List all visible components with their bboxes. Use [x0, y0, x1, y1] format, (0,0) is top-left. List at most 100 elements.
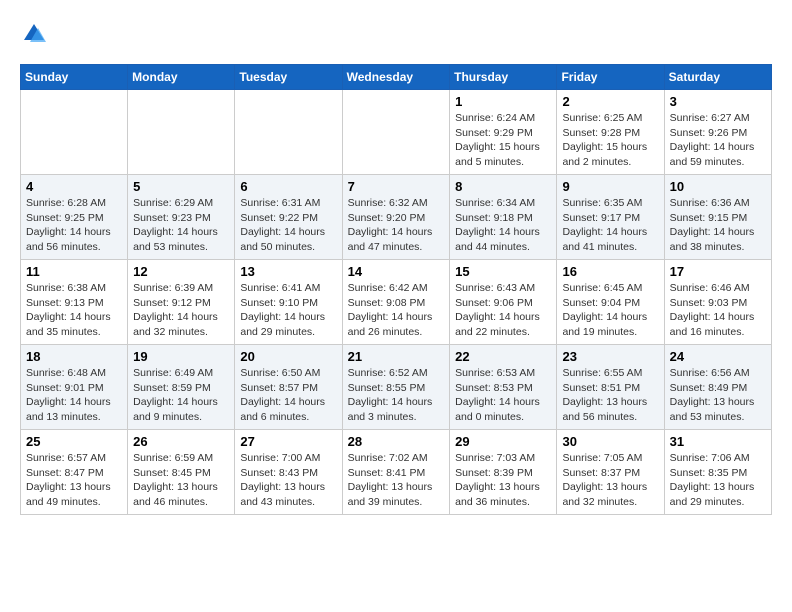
day-info: Sunrise: 6:43 AM Sunset: 9:06 PM Dayligh…: [455, 281, 551, 340]
day-number: 20: [240, 349, 336, 364]
calendar-day-cell: 30Sunrise: 7:05 AM Sunset: 8:37 PM Dayli…: [557, 430, 664, 515]
calendar-day-cell: 28Sunrise: 7:02 AM Sunset: 8:41 PM Dayli…: [342, 430, 450, 515]
day-info: Sunrise: 6:35 AM Sunset: 9:17 PM Dayligh…: [562, 196, 658, 255]
day-number: 10: [670, 179, 766, 194]
calendar-body: 1 Sunrise: 6:24 AM Sunset: 9:29 PM Daylig…: [21, 90, 772, 515]
calendar-day-cell: [128, 90, 235, 175]
day-number: 27: [240, 434, 336, 449]
day-number: 12: [133, 264, 229, 279]
day-info: Sunrise: 6:27 AM Sunset: 9:26 PM Dayligh…: [670, 111, 766, 170]
calendar-day-cell: 22 Sunrise: 6:53 AM Sunset: 8:53 PM Dayli…: [450, 345, 557, 430]
day-number: 25: [26, 434, 122, 449]
day-info: Sunrise: 6:46 AM Sunset: 9:03 PM Dayligh…: [670, 281, 766, 340]
calendar-day-cell: [21, 90, 128, 175]
calendar-day-cell: [342, 90, 450, 175]
calendar-day-cell: 1 Sunrise: 6:24 AM Sunset: 9:29 PM Daylig…: [450, 90, 557, 175]
calendar-day-cell: 25 Sunrise: 6:57 AM Sunset: 8:47 PM Dayli…: [21, 430, 128, 515]
day-info: Sunrise: 6:28 AM Sunset: 9:25 PM Dayligh…: [26, 196, 122, 255]
day-info: Sunrise: 6:48 AM Sunset: 9:01 PM Dayligh…: [26, 366, 122, 425]
calendar-day-cell: 29Sunrise: 7:03 AM Sunset: 8:39 PM Dayli…: [450, 430, 557, 515]
calendar-day-cell: 19 Sunrise: 6:49 AM Sunset: 8:59 PM Dayli…: [128, 345, 235, 430]
calendar-header-row: SundayMondayTuesdayWednesdayThursdayFrid…: [21, 65, 772, 90]
day-number: 18: [26, 349, 122, 364]
day-number: 22: [455, 349, 551, 364]
day-number: 9: [562, 179, 658, 194]
day-info: Sunrise: 6:34 AM Sunset: 9:18 PM Dayligh…: [455, 196, 551, 255]
calendar-header-cell: Sunday: [21, 65, 128, 90]
day-info: Sunrise: 7:06 AM Sunset: 8:35 PM Dayligh…: [670, 451, 766, 510]
calendar-day-cell: 7 Sunrise: 6:32 AM Sunset: 9:20 PM Daylig…: [342, 175, 450, 260]
day-number: 13: [240, 264, 336, 279]
calendar-week-row: 11Sunrise: 6:38 AM Sunset: 9:13 PM Dayli…: [21, 260, 772, 345]
day-number: 5: [133, 179, 229, 194]
day-number: 23: [562, 349, 658, 364]
day-info: Sunrise: 6:59 AM Sunset: 8:45 PM Dayligh…: [133, 451, 229, 510]
day-number: 2: [562, 94, 658, 109]
day-number: 3: [670, 94, 766, 109]
day-info: Sunrise: 6:29 AM Sunset: 9:23 PM Dayligh…: [133, 196, 229, 255]
day-info: Sunrise: 6:55 AM Sunset: 8:51 PM Dayligh…: [562, 366, 658, 425]
day-info: Sunrise: 6:42 AM Sunset: 9:08 PM Dayligh…: [348, 281, 445, 340]
day-info: Sunrise: 7:05 AM Sunset: 8:37 PM Dayligh…: [562, 451, 658, 510]
day-number: 16: [562, 264, 658, 279]
day-number: 28: [348, 434, 445, 449]
calendar-day-cell: 24Sunrise: 6:56 AM Sunset: 8:49 PM Dayli…: [664, 345, 771, 430]
day-info: Sunrise: 6:50 AM Sunset: 8:57 PM Dayligh…: [240, 366, 336, 425]
day-info: Sunrise: 6:49 AM Sunset: 8:59 PM Dayligh…: [133, 366, 229, 425]
day-info: Sunrise: 6:36 AM Sunset: 9:15 PM Dayligh…: [670, 196, 766, 255]
calendar-day-cell: 23 Sunrise: 6:55 AM Sunset: 8:51 PM Dayli…: [557, 345, 664, 430]
day-number: 7: [348, 179, 445, 194]
calendar-day-cell: 9 Sunrise: 6:35 AM Sunset: 9:17 PM Daylig…: [557, 175, 664, 260]
day-info: Sunrise: 6:24 AM Sunset: 9:29 PM Dayligh…: [455, 111, 551, 170]
day-info: Sunrise: 6:57 AM Sunset: 8:47 PM Dayligh…: [26, 451, 122, 510]
calendar-day-cell: 14 Sunrise: 6:42 AM Sunset: 9:08 PM Dayli…: [342, 260, 450, 345]
calendar-day-cell: 6Sunrise: 6:31 AM Sunset: 9:22 PM Daylig…: [235, 175, 342, 260]
calendar-week-row: 1 Sunrise: 6:24 AM Sunset: 9:29 PM Daylig…: [21, 90, 772, 175]
calendar-day-cell: 10 Sunrise: 6:36 AM Sunset: 9:15 PM Dayli…: [664, 175, 771, 260]
calendar-day-cell: 26Sunrise: 6:59 AM Sunset: 8:45 PM Dayli…: [128, 430, 235, 515]
calendar-day-cell: 17 Sunrise: 6:46 AM Sunset: 9:03 PM Dayli…: [664, 260, 771, 345]
calendar-day-cell: 4 Sunrise: 6:28 AM Sunset: 9:25 PM Daylig…: [21, 175, 128, 260]
day-info: Sunrise: 6:31 AM Sunset: 9:22 PM Dayligh…: [240, 196, 336, 255]
day-number: 14: [348, 264, 445, 279]
calendar-header-cell: Wednesday: [342, 65, 450, 90]
calendar-week-row: 4 Sunrise: 6:28 AM Sunset: 9:25 PM Daylig…: [21, 175, 772, 260]
calendar-day-cell: 12 Sunrise: 6:39 AM Sunset: 9:12 PM Dayli…: [128, 260, 235, 345]
logo: [20, 20, 52, 48]
calendar-day-cell: 11Sunrise: 6:38 AM Sunset: 9:13 PM Dayli…: [21, 260, 128, 345]
day-number: 21: [348, 349, 445, 364]
day-info: Sunrise: 6:32 AM Sunset: 9:20 PM Dayligh…: [348, 196, 445, 255]
day-number: 19: [133, 349, 229, 364]
calendar-header-cell: Saturday: [664, 65, 771, 90]
calendar-header-cell: Tuesday: [235, 65, 342, 90]
calendar-day-cell: 13 Sunrise: 6:41 AM Sunset: 9:10 PM Dayli…: [235, 260, 342, 345]
calendar-header-cell: Thursday: [450, 65, 557, 90]
day-number: 29: [455, 434, 551, 449]
day-number: 24: [670, 349, 766, 364]
day-info: Sunrise: 6:53 AM Sunset: 8:53 PM Dayligh…: [455, 366, 551, 425]
logo-icon: [20, 20, 48, 48]
calendar-day-cell: 31 Sunrise: 7:06 AM Sunset: 8:35 PM Dayli…: [664, 430, 771, 515]
calendar-day-cell: 20 Sunrise: 6:50 AM Sunset: 8:57 PM Dayli…: [235, 345, 342, 430]
calendar-day-cell: 27 Sunrise: 7:00 AM Sunset: 8:43 PM Dayli…: [235, 430, 342, 515]
day-info: Sunrise: 6:52 AM Sunset: 8:55 PM Dayligh…: [348, 366, 445, 425]
day-info: Sunrise: 7:00 AM Sunset: 8:43 PM Dayligh…: [240, 451, 336, 510]
day-number: 4: [26, 179, 122, 194]
day-number: 1: [455, 94, 551, 109]
calendar-table: SundayMondayTuesdayWednesdayThursdayFrid…: [20, 64, 772, 515]
calendar-day-cell: [235, 90, 342, 175]
day-info: Sunrise: 6:45 AM Sunset: 9:04 PM Dayligh…: [562, 281, 658, 340]
calendar-day-cell: 15Sunrise: 6:43 AM Sunset: 9:06 PM Dayli…: [450, 260, 557, 345]
calendar-week-row: 25 Sunrise: 6:57 AM Sunset: 8:47 PM Dayli…: [21, 430, 772, 515]
day-info: Sunrise: 6:39 AM Sunset: 9:12 PM Dayligh…: [133, 281, 229, 340]
calendar-header-cell: Friday: [557, 65, 664, 90]
day-number: 31: [670, 434, 766, 449]
day-number: 17: [670, 264, 766, 279]
day-number: 11: [26, 264, 122, 279]
page-header: [20, 20, 772, 48]
calendar-day-cell: 3 Sunrise: 6:27 AM Sunset: 9:26 PM Daylig…: [664, 90, 771, 175]
calendar-day-cell: 16 Sunrise: 6:45 AM Sunset: 9:04 PM Dayli…: [557, 260, 664, 345]
day-info: Sunrise: 6:41 AM Sunset: 9:10 PM Dayligh…: [240, 281, 336, 340]
day-info: Sunrise: 6:25 AM Sunset: 9:28 PM Dayligh…: [562, 111, 658, 170]
calendar-day-cell: 18 Sunrise: 6:48 AM Sunset: 9:01 PM Dayli…: [21, 345, 128, 430]
